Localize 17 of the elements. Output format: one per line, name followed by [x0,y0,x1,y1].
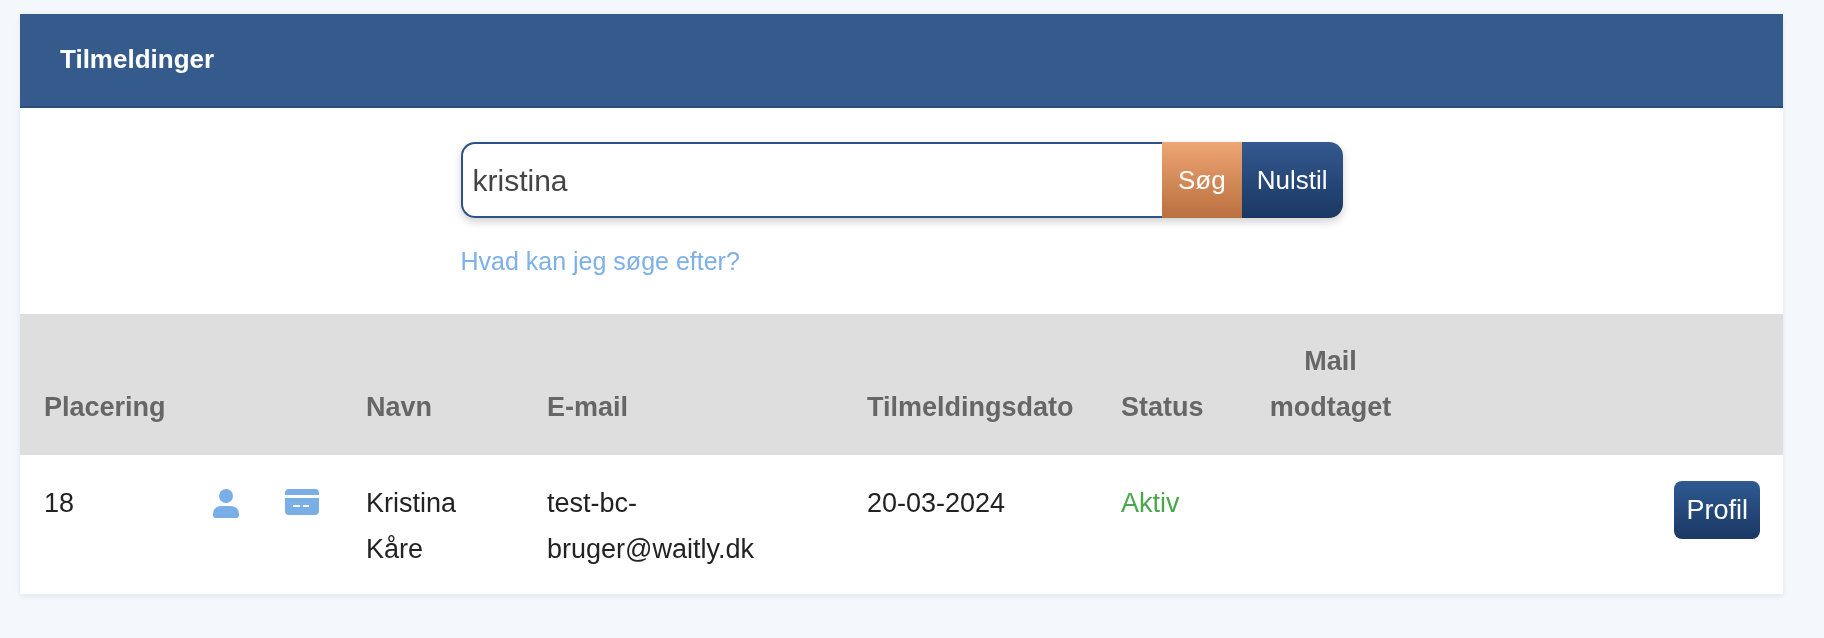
table-cell-text: 18 [43,487,76,520]
column-header: Navn [365,391,434,424]
search-field[interactable]: kristina [460,142,1162,218]
table-cell-text: 20-03-2024 [866,487,1007,520]
table-cell-text: Kristina Kåre [365,487,458,566]
reset-button[interactable]: Nulstil [1241,142,1343,218]
profile-button[interactable]: Profil [1674,481,1760,539]
column-header: Status [1120,391,1205,424]
column-header: Mail modtaget [1268,345,1393,424]
column-header: Placering [43,391,167,424]
column-header: Tilmeldingsdato [866,391,1075,424]
person-icon[interactable] [213,489,239,518]
status-text: Aktiv [1120,487,1181,520]
card-icon[interactable] [285,489,319,515]
column-header: E-mail [546,391,630,424]
table-cell-text: test-bc-bruger@waitly.dk [546,487,755,566]
card-title: Tilmeldinger [60,44,215,76]
